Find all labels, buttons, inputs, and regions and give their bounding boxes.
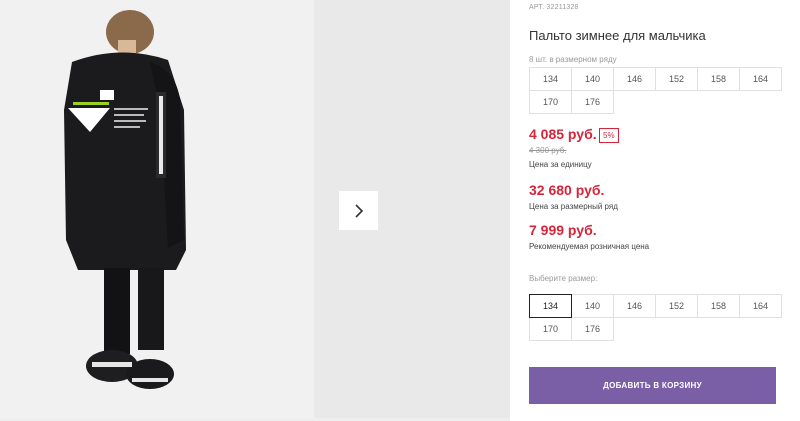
size-option-164[interactable]: 164 bbox=[739, 294, 782, 318]
row-price-caption: Цена за размерный ряд bbox=[529, 202, 618, 211]
old-price: 4 300 руб. bbox=[529, 146, 567, 155]
size-row-cell: 176 bbox=[571, 90, 614, 114]
size-row-cell: 158 bbox=[697, 67, 740, 91]
size-row-cell: 134 bbox=[529, 67, 572, 91]
retail-price-caption: Рекомендуемая розничная цена bbox=[529, 242, 650, 251]
product-sku: АРТ. 32211328 bbox=[529, 4, 579, 11]
size-option-170[interactable]: 170 bbox=[529, 317, 572, 341]
product-photo bbox=[0, 0, 314, 418]
add-to-cart-button[interactable]: ДОБАВИТЬ В КОРЗИНУ bbox=[529, 367, 776, 404]
size-row-cell: 164 bbox=[739, 67, 782, 91]
row-price: 32 680 руб. bbox=[529, 182, 605, 198]
size-option-140[interactable]: 140 bbox=[571, 294, 614, 318]
size-option-134[interactable]: 134 bbox=[529, 294, 572, 318]
unit-price-caption: Цена за единицу bbox=[529, 160, 592, 169]
size-row-note: 8 шт. в размерном ряду bbox=[529, 55, 617, 64]
size-row-cell: 152 bbox=[655, 67, 698, 91]
size-picker-grid: 134 140 146 152 158 164 170 176 bbox=[529, 294, 782, 341]
size-option-152[interactable]: 152 bbox=[655, 294, 698, 318]
size-picker-label: Выберите размер: bbox=[529, 274, 598, 283]
unit-price: 4 085 руб. bbox=[529, 126, 597, 142]
size-row-cell: 170 bbox=[529, 90, 572, 114]
coat-photo-illustration bbox=[0, 0, 314, 418]
size-row-cell: 146 bbox=[613, 67, 656, 91]
size-row-grid: 134 140 146 152 158 164 170 176 bbox=[529, 67, 782, 114]
chevron-right-icon bbox=[354, 203, 363, 218]
size-row-cell: 140 bbox=[571, 67, 614, 91]
product-title: Пальто зимнее для мальчика bbox=[529, 28, 706, 43]
size-option-146[interactable]: 146 bbox=[613, 294, 656, 318]
size-option-176[interactable]: 176 bbox=[571, 317, 614, 341]
discount-badge: 5% bbox=[599, 128, 619, 143]
size-option-158[interactable]: 158 bbox=[697, 294, 740, 318]
gallery-next-button[interactable] bbox=[339, 191, 378, 230]
product-gallery bbox=[0, 0, 510, 421]
retail-price: 7 999 руб. bbox=[529, 222, 597, 238]
